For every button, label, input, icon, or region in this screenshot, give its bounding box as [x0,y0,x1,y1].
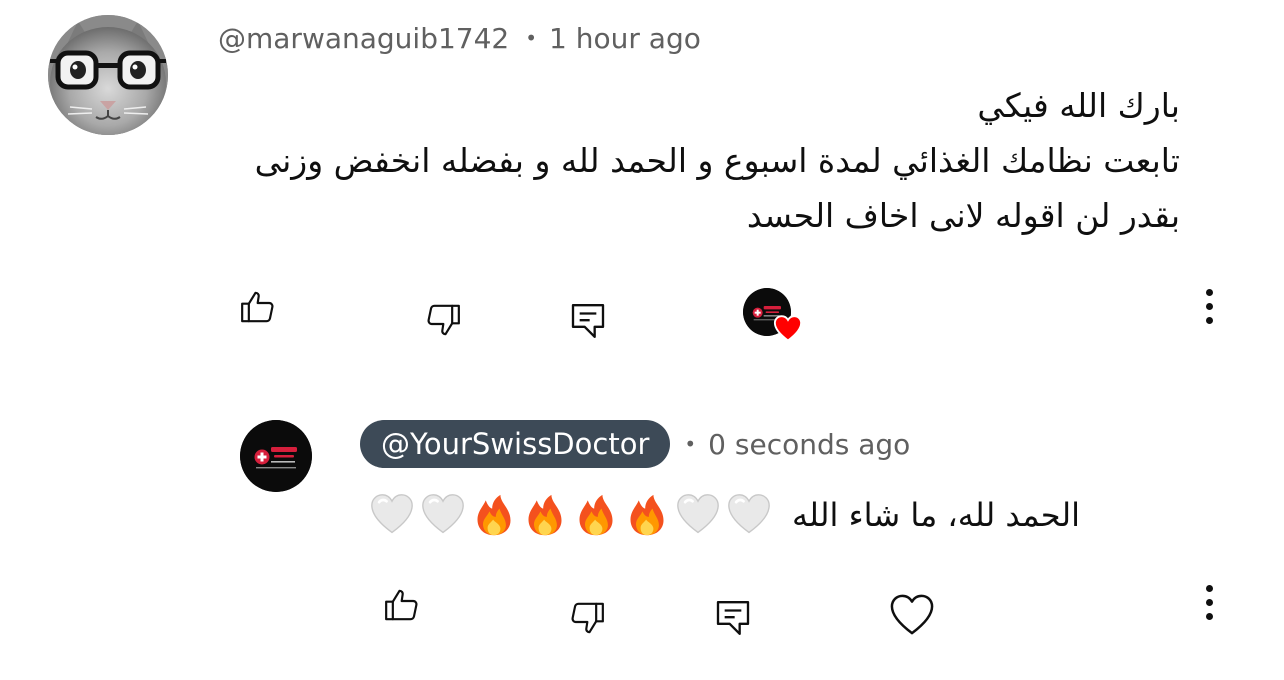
reply-body: الحمد لله، ما شاء الله [366,488,1080,542]
more-vertical-icon [1197,585,1221,620]
comment-thread: @marwanaguib1742 • 1 hour ago بارك الله … [0,0,1284,680]
reply-like-button[interactable] [382,585,422,625]
more-vertical-icon [1197,289,1221,324]
comment-line: تابعت نظامك الغذائي لمدة اسبوع و الحمد ل… [254,141,1180,180]
comment-line: بقدر لن اقوله لانى اخاف الحسد [746,196,1180,235]
fire-emoji [621,491,672,539]
white-heart-emoji [672,491,723,539]
comment-meta: @marwanaguib1742 • 1 hour ago [218,20,701,56]
reply-icon [716,601,750,635]
comment-timestamp[interactable]: 1 hour ago [549,22,701,55]
red-heart-icon [773,315,803,342]
reply-reply-button[interactable] [713,597,753,639]
fire-emoji [519,491,570,539]
white-heart-emoji [366,491,417,539]
heart-button[interactable] [889,593,935,637]
reply-menu-button[interactable] [1197,585,1221,627]
doctor-logo-icon [240,420,312,492]
reply-dislike-button[interactable] [567,598,607,638]
commenter-avatar[interactable] [48,15,168,135]
reply-author-avatar[interactable] [240,420,312,492]
fire-emoji [468,491,519,539]
white-heart-emoji [723,491,774,539]
heart-outline-icon [890,594,934,635]
comment-menu-button[interactable] [1197,289,1221,331]
reply-icon [571,304,605,339]
thumbs-up-icon [385,589,418,621]
comment-body: بارك الله فيكي تابعت نظامك الغذائي لمدة … [220,78,1180,243]
comment-line: بارك الله فيكي [977,86,1180,125]
dislike-button[interactable] [423,300,463,340]
reply-meta: @YourSwissDoctor • 0 seconds ago [360,420,910,468]
like-button[interactable] [238,287,278,327]
thumbs-down-icon [427,304,460,336]
reply-text: الحمد لله، ما شاء الله [792,496,1080,534]
meta-separator: • [525,26,538,50]
creator-handle-chip[interactable]: @YourSwissDoctor [360,420,671,468]
thumbs-up-icon [241,291,274,323]
fire-emoji [570,491,621,539]
reply-button[interactable] [568,300,608,342]
white-heart-emoji [417,491,468,539]
comment-author[interactable]: @marwanaguib1742 [218,22,509,55]
cat-avatar-image [48,15,168,135]
meta-separator: • [684,432,697,456]
reply-timestamp[interactable]: 0 seconds ago [708,428,910,461]
creator-heart-badge[interactable] [743,288,805,344]
thumbs-down-icon [571,602,604,634]
